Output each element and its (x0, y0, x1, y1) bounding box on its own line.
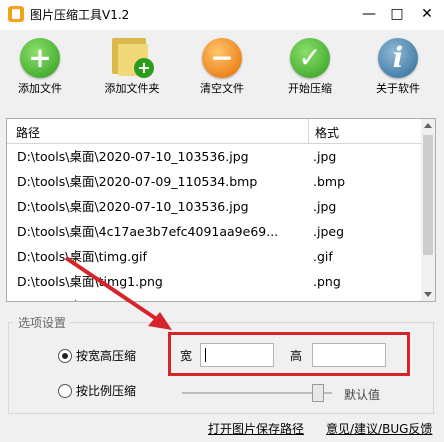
file-format: .png (313, 274, 341, 289)
file-format: .jpeg (313, 224, 345, 239)
file-path: D:\tools\桌面\4c17ae3b7efc4091aa9e69... (17, 224, 279, 239)
scroll-thumb[interactable] (423, 135, 433, 255)
open-save-path-link[interactable]: 打开图片保存路径 (208, 420, 304, 437)
highlight-box (168, 332, 410, 376)
file-format: .jpg (313, 294, 336, 301)
file-format: .jpg (313, 149, 337, 164)
column-header-format[interactable]: 格式 (315, 124, 339, 141)
by-size-radio[interactable] (58, 349, 72, 363)
add-file-label: 添加文件 (18, 82, 62, 95)
ratio-default-label: 默认值 (344, 388, 381, 402)
window-title: 图片压缩工具V1.2 (30, 8, 130, 22)
by-ratio-label[interactable]: 按比例压缩 (76, 382, 136, 399)
list-item[interactable]: D:\tools\桌面\2020-07-10_103536.jpg .jpg (7, 194, 421, 219)
add-file-button[interactable]: + 添加文件 (12, 38, 68, 96)
file-format: .jpg (313, 199, 337, 214)
file-path: D:\tools\桌面\2020-07-10_103536.jpg (17, 149, 249, 164)
info-circle-icon: i (378, 38, 418, 78)
by-ratio-radio[interactable] (58, 384, 72, 398)
list-header: 路径 格式 (7, 119, 421, 144)
clear-files-label: 清空文件 (200, 82, 244, 95)
restore-button[interactable]: □ (386, 4, 408, 24)
close-button[interactable]: ✕ (416, 4, 438, 24)
scroll-down-icon[interactable] (424, 292, 432, 297)
list-item[interactable]: D:\tools\桌面\2020-07-09_110534.bmp .bmp (7, 169, 421, 194)
list-item[interactable]: D:\tools\桌面\2020-07-10_103536.jpg .jpg (7, 144, 421, 169)
file-path: D:\tools\桌面\2020-07-10_103536.jpg (17, 199, 249, 214)
folder-plus-icon: + (110, 38, 154, 78)
file-format: .bmp (313, 174, 346, 189)
minus-circle-icon: − (202, 38, 242, 78)
minimize-button[interactable]: — (358, 4, 380, 24)
list-item[interactable]: D:\tools\桌面\4c17ae3b7efc4091aa9e69... .jp… (7, 219, 421, 244)
column-header-path[interactable]: 路径 (16, 124, 40, 141)
check-circle-icon: ✓ (290, 38, 330, 78)
scroll-up-icon[interactable] (424, 123, 432, 128)
toolbar: + 添加文件 + 添加文件夹 − 清空文件 ✓ 开始压缩 i 关于软件 (0, 30, 444, 104)
ratio-slider-thumb[interactable] (312, 384, 324, 402)
add-folder-button[interactable]: + 添加文件夹 (100, 38, 164, 96)
by-size-label[interactable]: 按宽高压缩 (76, 347, 136, 364)
about-label: 关于软件 (376, 82, 420, 95)
plus-circle-icon: + (20, 38, 60, 78)
vertical-scrollbar[interactable] (421, 119, 435, 301)
arrow-annotation (64, 256, 172, 330)
file-format: .gif (313, 249, 333, 264)
ratio-slider-track[interactable] (182, 392, 332, 394)
feedback-link[interactable]: 意见/建议/BUG反馈 (326, 420, 432, 437)
start-compress-label: 开始压缩 (288, 82, 332, 95)
about-button[interactable]: i 关于软件 (370, 38, 426, 96)
app-icon (8, 6, 24, 22)
start-compress-button[interactable]: ✓ 开始压缩 (282, 38, 338, 96)
file-path: D:\tools\桌面\2020-07-09_110534.bmp (17, 174, 258, 189)
add-folder-label: 添加文件夹 (104, 82, 160, 95)
clear-files-button[interactable]: − 清空文件 (194, 38, 250, 96)
title-bar: 图片压缩工具V1.2 — □ ✕ (0, 0, 444, 30)
